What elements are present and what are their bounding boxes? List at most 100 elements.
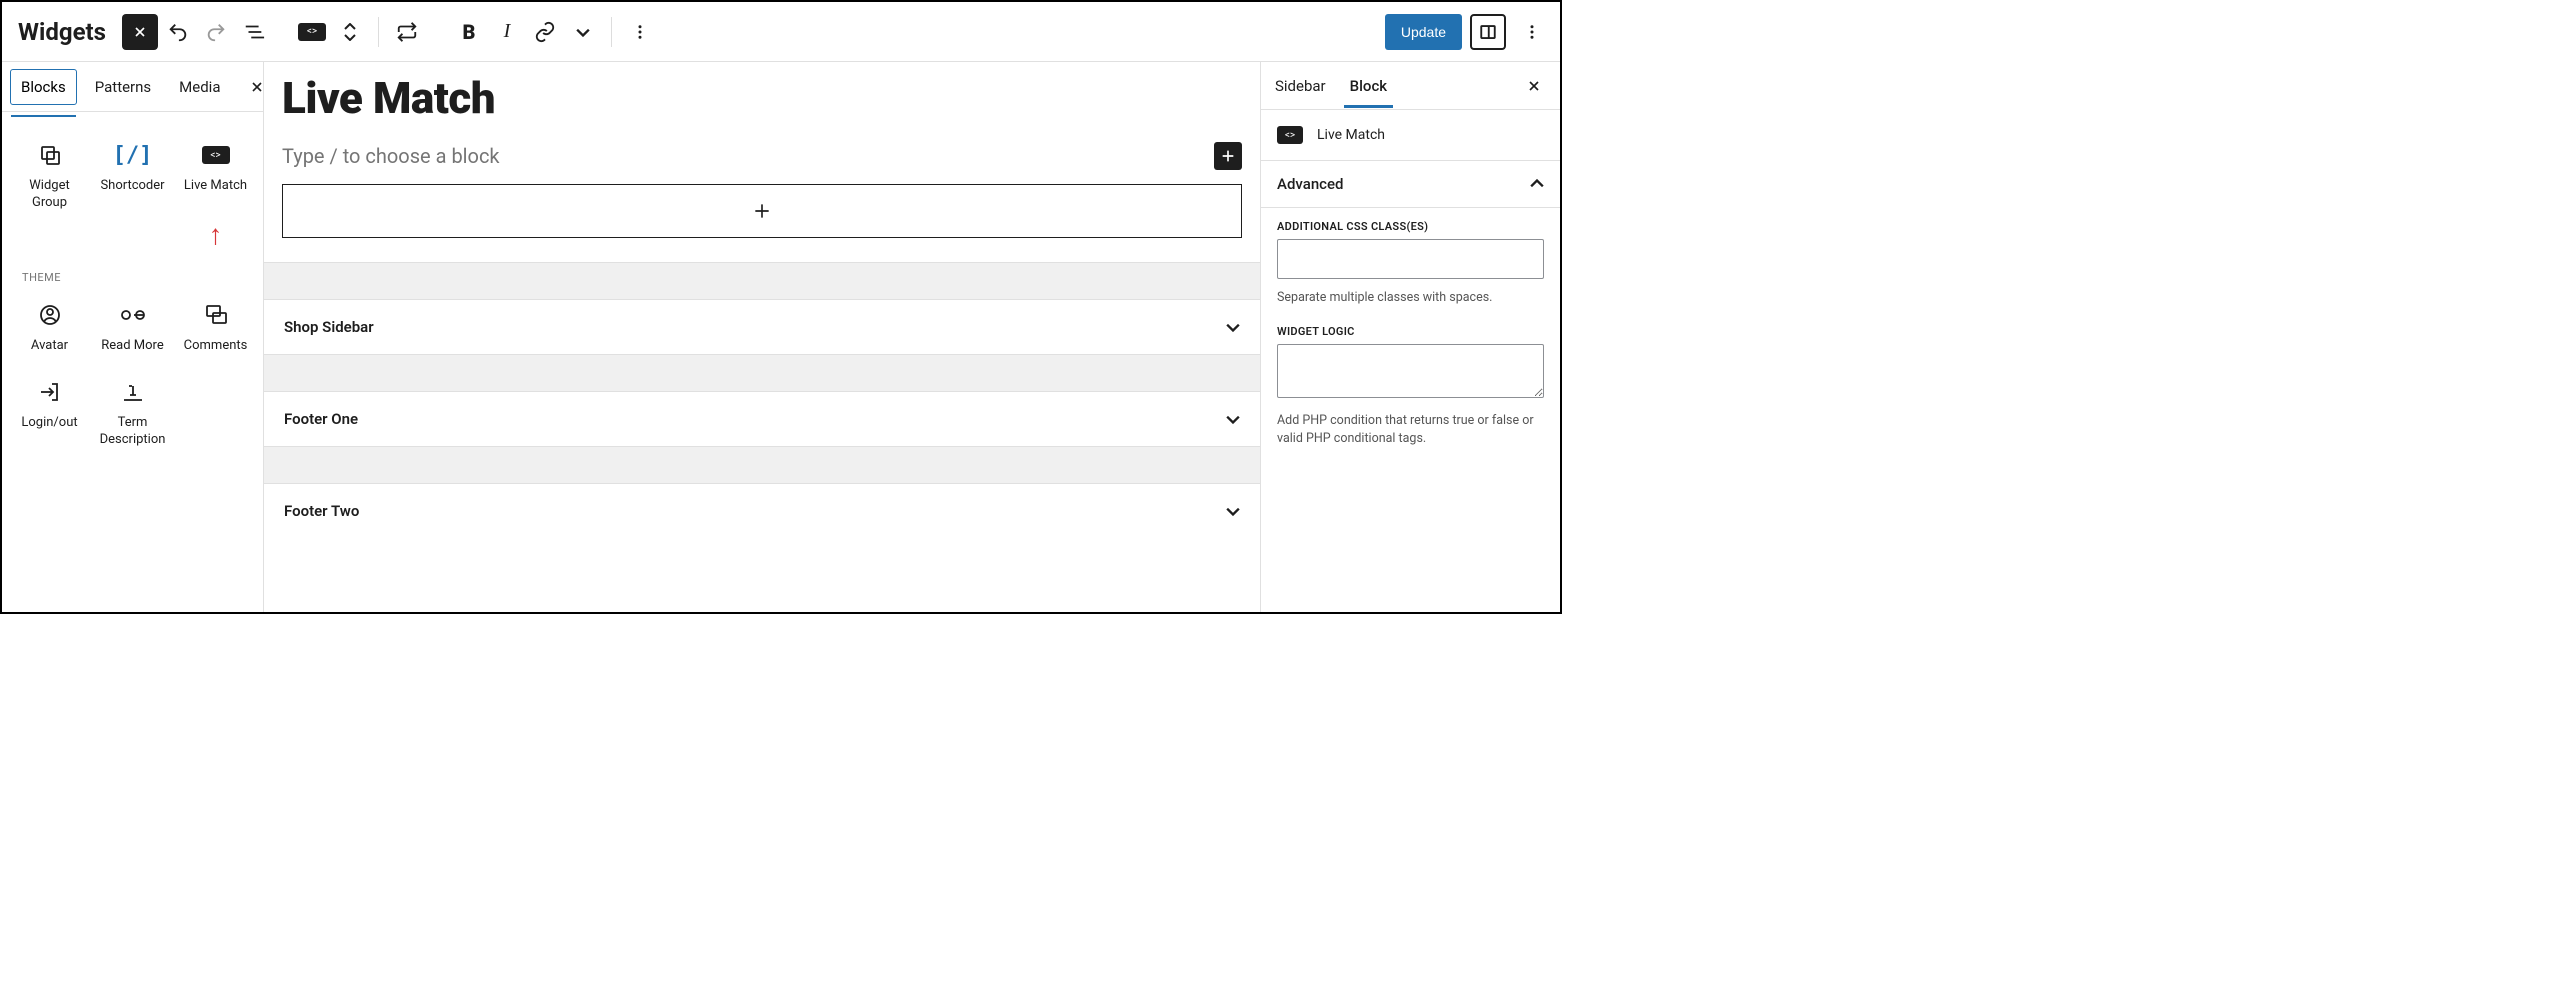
redo-button[interactable]: [198, 14, 234, 50]
block-comments[interactable]: Comments: [174, 290, 257, 361]
undo-button[interactable]: [160, 14, 196, 50]
block-login-out[interactable]: Login/out: [8, 367, 91, 455]
toolbar-divider: [611, 17, 612, 47]
area-separator: [264, 354, 1260, 392]
tab-blocks[interactable]: Blocks: [10, 69, 77, 105]
tab-media[interactable]: Media: [169, 70, 230, 104]
plus-icon: [752, 201, 772, 221]
list-icon: [243, 21, 265, 43]
code-block-icon: <>: [298, 23, 326, 41]
undo-icon: [167, 21, 189, 43]
css-classes-help: Separate multiple classes with spaces.: [1277, 289, 1544, 307]
annotation-arrow: ↑: [174, 218, 257, 251]
link-icon: [534, 21, 556, 43]
widget-group-icon: [38, 142, 62, 168]
settings-panel-toggle[interactable]: [1470, 14, 1506, 50]
widget-area-label: Shop Sidebar: [284, 318, 374, 336]
block-placeholder[interactable]: Type / to choose a block: [282, 144, 1204, 168]
live-match-icon: <>: [1277, 126, 1303, 144]
widget-logic-label: WIDGET LOGIC: [1277, 325, 1544, 338]
redo-icon: [205, 21, 227, 43]
live-match-icon: <>: [202, 142, 230, 168]
sidebar-icon: [1479, 23, 1497, 41]
block-read-more[interactable]: Read More: [91, 290, 174, 361]
add-block-button[interactable]: [1214, 142, 1242, 170]
close-icon: [249, 79, 265, 95]
italic-icon: I: [504, 20, 511, 43]
widget-area-label: Footer Two: [284, 502, 359, 520]
block-type-button[interactable]: <>: [294, 14, 330, 50]
widget-area-live-match: Live Match Type / to choose a block: [264, 62, 1260, 238]
block-appender[interactable]: [282, 184, 1242, 238]
widget-area-footer-two[interactable]: Footer Two: [264, 484, 1260, 538]
area-separator: [264, 262, 1260, 300]
block-shortcoder[interactable]: [/] Shortcoder: [91, 130, 174, 218]
toolbar-divider: [378, 17, 379, 47]
editor-options-button[interactable]: [1514, 14, 1550, 50]
close-icon: [1526, 78, 1542, 94]
tab-sidebar[interactable]: Sidebar: [1273, 65, 1328, 107]
transform-button[interactable]: [389, 14, 425, 50]
widget-area-footer-one[interactable]: Footer One: [264, 392, 1260, 446]
advanced-panel-toggle[interactable]: Advanced: [1261, 161, 1560, 208]
comments-icon: [204, 302, 228, 328]
block-avatar[interactable]: Avatar: [8, 290, 91, 361]
chevron-down-icon: [576, 25, 590, 39]
bold-button[interactable]: B: [451, 14, 487, 50]
block-label: Term Description: [95, 415, 170, 449]
css-classes-input[interactable]: [1277, 239, 1544, 279]
block-name-label: Live Match: [1317, 127, 1385, 143]
avatar-icon: [38, 302, 62, 328]
login-icon: [38, 379, 62, 405]
settings-close-button[interactable]: [1520, 74, 1548, 98]
update-button[interactable]: Update: [1385, 14, 1462, 50]
link-button[interactable]: [527, 14, 563, 50]
css-classes-label: ADDITIONAL CSS CLASS(ES): [1277, 220, 1544, 233]
block-term-description[interactable]: Term Description: [91, 367, 174, 455]
block-label: Comments: [184, 338, 248, 355]
list-view-button[interactable]: [236, 14, 272, 50]
block-label: Live Match: [184, 178, 247, 195]
tab-patterns[interactable]: Patterns: [85, 70, 161, 104]
category-theme-label: THEME: [8, 257, 257, 284]
chevron-up-icon: [1530, 177, 1544, 191]
kebab-icon: [631, 23, 649, 41]
term-description-icon: [121, 379, 145, 405]
tab-label: Blocks: [21, 78, 66, 96]
chevron-down-icon: [1226, 412, 1240, 426]
widget-area-title: Live Match: [282, 72, 1242, 124]
widget-logic-help: Add PHP condition that returns true or f…: [1277, 412, 1544, 448]
italic-button[interactable]: I: [489, 14, 525, 50]
transform-icon: [396, 21, 418, 43]
shortcoder-icon: [/]: [113, 142, 153, 168]
move-up-down-button[interactable]: [332, 14, 368, 50]
block-live-match[interactable]: <> Live Match: [174, 130, 257, 218]
top-toolbar: Widgets <>: [2, 2, 1560, 62]
block-card: <> Live Match: [1261, 110, 1560, 161]
tab-block[interactable]: Block: [1348, 65, 1389, 107]
widget-logic-input[interactable]: [1277, 344, 1544, 398]
page-title: Widgets: [18, 18, 106, 46]
editor-canvas: Live Match Type / to choose a block Shop…: [264, 62, 1260, 612]
close-icon: [132, 24, 148, 40]
more-rich-text-button[interactable]: [565, 14, 601, 50]
kebab-icon: [1523, 23, 1541, 41]
block-options-button[interactable]: [622, 14, 658, 50]
block-label: Avatar: [31, 338, 68, 355]
bold-icon: B: [463, 20, 476, 44]
close-inserter-button[interactable]: [122, 14, 158, 50]
block-label: Login/out: [21, 415, 77, 432]
move-icon: [344, 23, 356, 41]
advanced-label: Advanced: [1277, 175, 1343, 193]
block-inserter-panel: Blocks Patterns Media Widget Group [/]: [2, 62, 264, 612]
widget-area-shop-sidebar[interactable]: Shop Sidebar: [264, 300, 1260, 354]
read-more-icon: [120, 302, 146, 328]
plus-icon: [1220, 148, 1236, 164]
block-label: Read More: [101, 338, 163, 355]
block-label: Shortcoder: [100, 178, 164, 195]
settings-panel: Sidebar Block <> Live Match Advanced ADD…: [1260, 62, 1560, 612]
block-widget-group[interactable]: Widget Group: [8, 130, 91, 218]
widget-area-label: Footer One: [284, 410, 358, 428]
area-separator: [264, 446, 1260, 484]
chevron-down-icon: [1226, 320, 1240, 334]
